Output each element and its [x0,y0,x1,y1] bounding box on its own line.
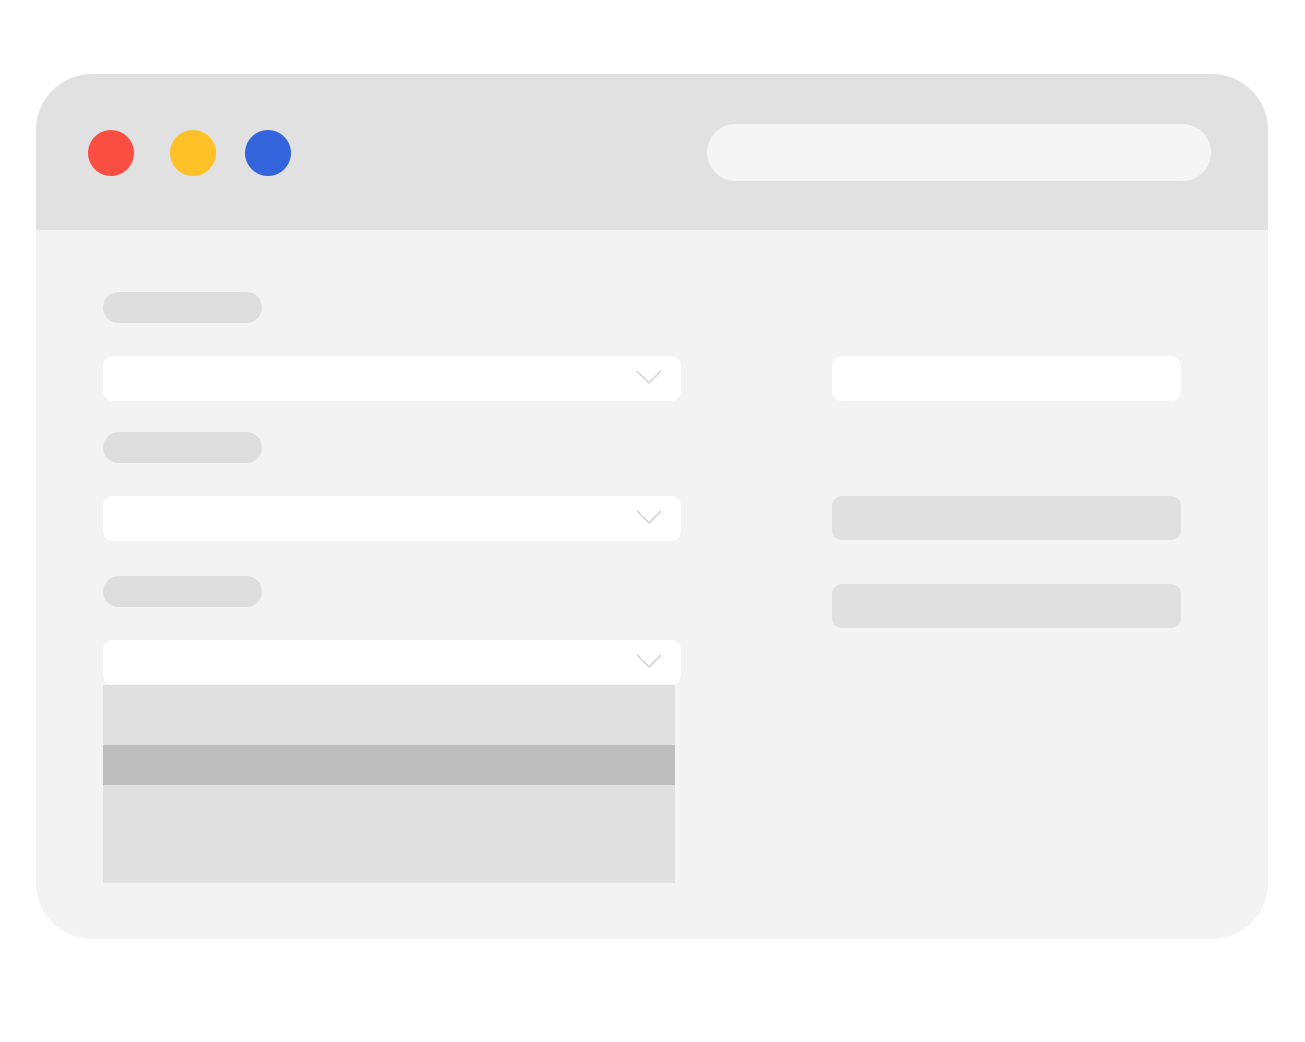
chevron-down-icon [636,510,662,525]
dropdown-option-2-selected[interactable] [103,745,675,785]
field-label-2 [103,432,262,463]
chevron-down-icon [636,654,662,669]
address-bar-input[interactable] [707,124,1211,181]
dropdown-options-list [103,685,675,883]
side-text-field[interactable] [832,356,1181,401]
minimize-window-button[interactable] [170,130,216,176]
select-field-2[interactable] [103,496,681,541]
field-label-1 [103,292,262,323]
select-field-1[interactable] [103,356,681,401]
chevron-down-icon [636,370,662,385]
window-titlebar [36,74,1268,230]
maximize-window-button[interactable] [245,130,291,176]
dropdown-option-3[interactable] [103,785,675,883]
side-bar-2 [832,584,1181,628]
side-bar-1 [832,496,1181,540]
dropdown-option-1[interactable] [103,685,675,745]
close-window-button[interactable] [88,130,134,176]
select-field-3[interactable] [103,640,681,685]
field-label-3 [103,576,262,607]
browser-window [36,74,1268,939]
